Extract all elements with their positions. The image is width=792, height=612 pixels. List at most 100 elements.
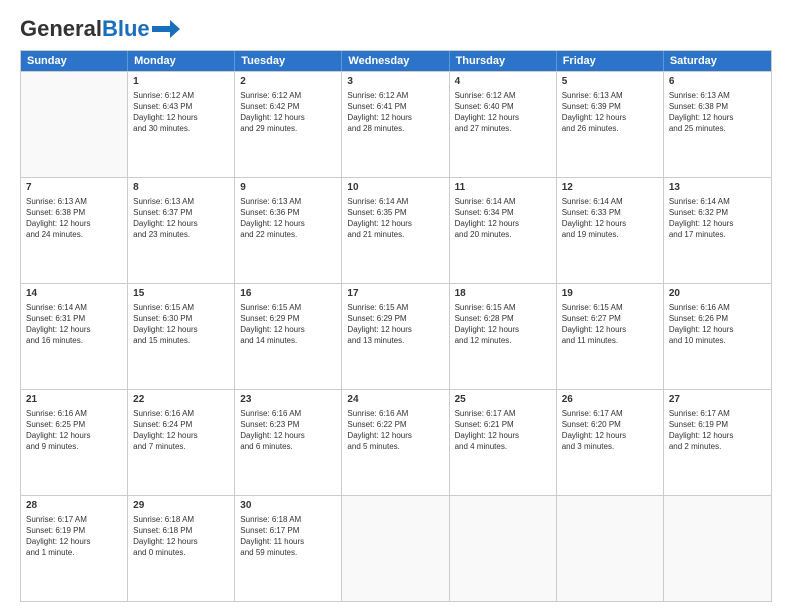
day-of-week-saturday: Saturday <box>664 51 771 71</box>
day-number: 4 <box>455 75 551 89</box>
calendar-cell: 10Sunrise: 6:14 AM Sunset: 6:35 PM Dayli… <box>342 178 449 283</box>
day-info: Sunrise: 6:12 AM Sunset: 6:42 PM Dayligh… <box>240 90 336 135</box>
day-info: Sunrise: 6:14 AM Sunset: 6:31 PM Dayligh… <box>26 302 122 347</box>
calendar-cell: 16Sunrise: 6:15 AM Sunset: 6:29 PM Dayli… <box>235 284 342 389</box>
day-info: Sunrise: 6:16 AM Sunset: 6:22 PM Dayligh… <box>347 408 443 453</box>
page: GeneralBlue SundayMondayTuesdayWednesday… <box>0 0 792 612</box>
calendar-cell: 11Sunrise: 6:14 AM Sunset: 6:34 PM Dayli… <box>450 178 557 283</box>
day-info: Sunrise: 6:12 AM Sunset: 6:41 PM Dayligh… <box>347 90 443 135</box>
day-number: 23 <box>240 393 336 407</box>
day-info: Sunrise: 6:13 AM Sunset: 6:38 PM Dayligh… <box>669 90 766 135</box>
calendar-cell <box>342 496 449 601</box>
calendar-cell: 14Sunrise: 6:14 AM Sunset: 6:31 PM Dayli… <box>21 284 128 389</box>
calendar-cell: 21Sunrise: 6:16 AM Sunset: 6:25 PM Dayli… <box>21 390 128 495</box>
calendar-cell: 15Sunrise: 6:15 AM Sunset: 6:30 PM Dayli… <box>128 284 235 389</box>
day-of-week-wednesday: Wednesday <box>342 51 449 71</box>
day-info: Sunrise: 6:14 AM Sunset: 6:34 PM Dayligh… <box>455 196 551 241</box>
day-info: Sunrise: 6:12 AM Sunset: 6:40 PM Dayligh… <box>455 90 551 135</box>
day-number: 30 <box>240 499 336 513</box>
day-number: 2 <box>240 75 336 89</box>
calendar-header: SundayMondayTuesdayWednesdayThursdayFrid… <box>21 51 771 71</box>
day-info: Sunrise: 6:13 AM Sunset: 6:39 PM Dayligh… <box>562 90 658 135</box>
day-number: 17 <box>347 287 443 301</box>
day-info: Sunrise: 6:17 AM Sunset: 6:20 PM Dayligh… <box>562 408 658 453</box>
calendar-cell: 22Sunrise: 6:16 AM Sunset: 6:24 PM Dayli… <box>128 390 235 495</box>
day-info: Sunrise: 6:16 AM Sunset: 6:24 PM Dayligh… <box>133 408 229 453</box>
day-number: 27 <box>669 393 766 407</box>
day-number: 16 <box>240 287 336 301</box>
day-number: 9 <box>240 181 336 195</box>
day-info: Sunrise: 6:15 AM Sunset: 6:29 PM Dayligh… <box>347 302 443 347</box>
calendar-cell: 26Sunrise: 6:17 AM Sunset: 6:20 PM Dayli… <box>557 390 664 495</box>
day-number: 19 <box>562 287 658 301</box>
day-info: Sunrise: 6:15 AM Sunset: 6:27 PM Dayligh… <box>562 302 658 347</box>
calendar-cell: 9Sunrise: 6:13 AM Sunset: 6:36 PM Daylig… <box>235 178 342 283</box>
calendar-cell: 18Sunrise: 6:15 AM Sunset: 6:28 PM Dayli… <box>450 284 557 389</box>
calendar-cell: 3Sunrise: 6:12 AM Sunset: 6:41 PM Daylig… <box>342 72 449 177</box>
day-of-week-monday: Monday <box>128 51 235 71</box>
calendar: SundayMondayTuesdayWednesdayThursdayFrid… <box>20 50 772 602</box>
day-number: 15 <box>133 287 229 301</box>
day-number: 10 <box>347 181 443 195</box>
day-info: Sunrise: 6:17 AM Sunset: 6:21 PM Dayligh… <box>455 408 551 453</box>
calendar-cell: 30Sunrise: 6:18 AM Sunset: 6:17 PM Dayli… <box>235 496 342 601</box>
day-info: Sunrise: 6:13 AM Sunset: 6:37 PM Dayligh… <box>133 196 229 241</box>
day-number: 6 <box>669 75 766 89</box>
day-number: 26 <box>562 393 658 407</box>
calendar-cell: 5Sunrise: 6:13 AM Sunset: 6:39 PM Daylig… <box>557 72 664 177</box>
day-info: Sunrise: 6:14 AM Sunset: 6:35 PM Dayligh… <box>347 196 443 241</box>
day-number: 25 <box>455 393 551 407</box>
day-number: 21 <box>26 393 122 407</box>
day-number: 24 <box>347 393 443 407</box>
calendar-cell: 25Sunrise: 6:17 AM Sunset: 6:21 PM Dayli… <box>450 390 557 495</box>
calendar-week-4: 21Sunrise: 6:16 AM Sunset: 6:25 PM Dayli… <box>21 389 771 495</box>
calendar-cell: 28Sunrise: 6:17 AM Sunset: 6:19 PM Dayli… <box>21 496 128 601</box>
calendar-cell <box>21 72 128 177</box>
day-info: Sunrise: 6:14 AM Sunset: 6:32 PM Dayligh… <box>669 196 766 241</box>
day-info: Sunrise: 6:16 AM Sunset: 6:26 PM Dayligh… <box>669 302 766 347</box>
calendar-cell <box>450 496 557 601</box>
calendar-week-2: 7Sunrise: 6:13 AM Sunset: 6:38 PM Daylig… <box>21 177 771 283</box>
day-of-week-tuesday: Tuesday <box>235 51 342 71</box>
day-info: Sunrise: 6:16 AM Sunset: 6:23 PM Dayligh… <box>240 408 336 453</box>
calendar-cell: 24Sunrise: 6:16 AM Sunset: 6:22 PM Dayli… <box>342 390 449 495</box>
logo: GeneralBlue <box>20 16 180 42</box>
day-number: 3 <box>347 75 443 89</box>
calendar-cell: 1Sunrise: 6:12 AM Sunset: 6:43 PM Daylig… <box>128 72 235 177</box>
day-info: Sunrise: 6:15 AM Sunset: 6:29 PM Dayligh… <box>240 302 336 347</box>
day-info: Sunrise: 6:18 AM Sunset: 6:18 PM Dayligh… <box>133 514 229 559</box>
calendar-cell: 17Sunrise: 6:15 AM Sunset: 6:29 PM Dayli… <box>342 284 449 389</box>
day-number: 20 <box>669 287 766 301</box>
calendar-cell: 13Sunrise: 6:14 AM Sunset: 6:32 PM Dayli… <box>664 178 771 283</box>
day-number: 13 <box>669 181 766 195</box>
header: GeneralBlue <box>20 16 772 42</box>
day-info: Sunrise: 6:17 AM Sunset: 6:19 PM Dayligh… <box>26 514 122 559</box>
day-number: 7 <box>26 181 122 195</box>
logo-text: GeneralBlue <box>20 16 150 42</box>
day-info: Sunrise: 6:17 AM Sunset: 6:19 PM Dayligh… <box>669 408 766 453</box>
day-number: 18 <box>455 287 551 301</box>
calendar-week-3: 14Sunrise: 6:14 AM Sunset: 6:31 PM Dayli… <box>21 283 771 389</box>
calendar-cell: 29Sunrise: 6:18 AM Sunset: 6:18 PM Dayli… <box>128 496 235 601</box>
day-info: Sunrise: 6:13 AM Sunset: 6:38 PM Dayligh… <box>26 196 122 241</box>
calendar-cell: 12Sunrise: 6:14 AM Sunset: 6:33 PM Dayli… <box>557 178 664 283</box>
calendar-body: 1Sunrise: 6:12 AM Sunset: 6:43 PM Daylig… <box>21 71 771 601</box>
calendar-cell: 20Sunrise: 6:16 AM Sunset: 6:26 PM Dayli… <box>664 284 771 389</box>
day-info: Sunrise: 6:16 AM Sunset: 6:25 PM Dayligh… <box>26 408 122 453</box>
day-info: Sunrise: 6:14 AM Sunset: 6:33 PM Dayligh… <box>562 196 658 241</box>
day-number: 29 <box>133 499 229 513</box>
day-number: 22 <box>133 393 229 407</box>
calendar-cell: 23Sunrise: 6:16 AM Sunset: 6:23 PM Dayli… <box>235 390 342 495</box>
calendar-week-1: 1Sunrise: 6:12 AM Sunset: 6:43 PM Daylig… <box>21 71 771 177</box>
calendar-cell: 2Sunrise: 6:12 AM Sunset: 6:42 PM Daylig… <box>235 72 342 177</box>
day-info: Sunrise: 6:15 AM Sunset: 6:30 PM Dayligh… <box>133 302 229 347</box>
calendar-cell: 27Sunrise: 6:17 AM Sunset: 6:19 PM Dayli… <box>664 390 771 495</box>
calendar-cell <box>557 496 664 601</box>
logo-arrow-icon <box>152 20 180 38</box>
calendar-cell: 7Sunrise: 6:13 AM Sunset: 6:38 PM Daylig… <box>21 178 128 283</box>
day-info: Sunrise: 6:15 AM Sunset: 6:28 PM Dayligh… <box>455 302 551 347</box>
day-number: 14 <box>26 287 122 301</box>
day-number: 8 <box>133 181 229 195</box>
day-number: 12 <box>562 181 658 195</box>
calendar-cell <box>664 496 771 601</box>
